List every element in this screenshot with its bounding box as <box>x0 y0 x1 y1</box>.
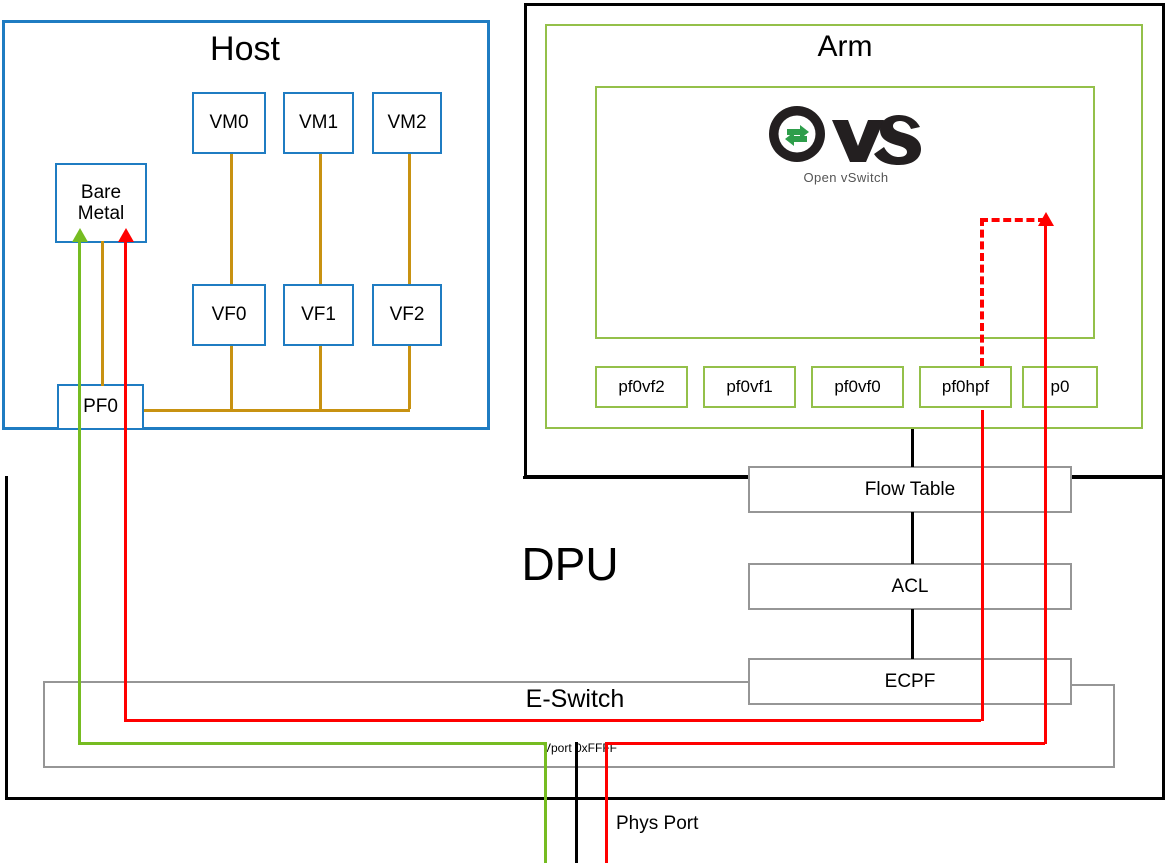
connector-arm-to-flowtable <box>911 429 914 467</box>
red-flow-up-p0 <box>1044 224 1047 744</box>
arm-port-label-2: pf0vf0 <box>834 377 881 397</box>
stage-label-acl: ACL <box>891 575 929 597</box>
green-flow-from-vport <box>544 742 547 863</box>
phys-port-label: Phys Port <box>616 813 699 835</box>
dpu-title: DPU <box>521 538 619 591</box>
connector-acl-to-ecpf <box>911 609 914 659</box>
arm-port-label-4: p0 <box>1050 377 1070 397</box>
link-pf0-bus <box>144 409 410 412</box>
vm-label-2: VM2 <box>387 112 427 134</box>
link-vf0-bus <box>230 346 233 409</box>
diagram-canvas: Host VM0 VM1 VM2 VF0 VF1 VF2 Bare Metal … <box>0 0 1168 863</box>
red-arrowhead-baremetal <box>118 228 134 242</box>
frame-seam-mask <box>8 470 523 482</box>
link-pf0-baremetal <box>101 241 104 386</box>
green-arrowhead-baremetal <box>72 228 88 242</box>
arm-title: Arm <box>817 30 873 64</box>
connector-flowtable-to-acl <box>911 512 914 564</box>
arm-port-label-0: pf0vf2 <box>618 377 665 397</box>
red-flow-eswitch-row <box>124 719 981 722</box>
link-vm0-vf0 <box>230 154 233 284</box>
eswitch-edge-right <box>1113 684 1115 768</box>
link-vf1-bus <box>319 346 322 409</box>
link-vf2-bus <box>408 346 411 409</box>
ovs-mark-icon <box>769 106 921 165</box>
eswitch-stub-to-ecpf-right <box>1070 684 1115 686</box>
link-vm2-vf2 <box>408 154 411 284</box>
stage-label-flow-table: Flow Table <box>864 478 956 500</box>
green-flow-to-baremetal <box>78 240 81 744</box>
link-vm1-vf1 <box>319 154 322 284</box>
red-flow-physport-row <box>605 742 1045 745</box>
vf-label-2: VF2 <box>389 304 425 326</box>
eswitch-label: E-Switch <box>525 685 625 713</box>
green-flow-vport-row <box>78 742 544 745</box>
vm-label-0: VM0 <box>209 112 249 134</box>
ovs-logo: Open vSwitch <box>766 103 926 185</box>
stage-label-ecpf: ECPF <box>884 670 936 692</box>
red-flow-up-ecpf-column <box>981 410 984 721</box>
host-title: Host <box>210 29 280 68</box>
red-arrowhead-p0 <box>1038 212 1054 226</box>
dpu-right-edge <box>1162 3 1165 800</box>
eswitch-edge-bottom <box>43 766 1115 768</box>
arm-port-label-3: pf0hpf <box>941 377 990 397</box>
red-flow-to-baremetal <box>124 240 127 720</box>
vm-label-1: VM1 <box>298 112 339 134</box>
ovs-wordmark: Open vSwitch <box>803 170 889 185</box>
vport-drop-line <box>575 742 578 863</box>
red-flow-phys-port <box>605 742 608 863</box>
red-dashed-into-pf0hpf <box>980 218 984 366</box>
red-dashed-top-turn <box>980 218 1046 222</box>
pf0-label: PF0 <box>83 396 118 418</box>
vf-label-0: VF0 <box>211 304 247 326</box>
arm-port-label-1: pf0vf1 <box>726 377 773 397</box>
eswitch-edge-left <box>43 681 45 768</box>
vf-label-1: VF1 <box>301 304 336 326</box>
